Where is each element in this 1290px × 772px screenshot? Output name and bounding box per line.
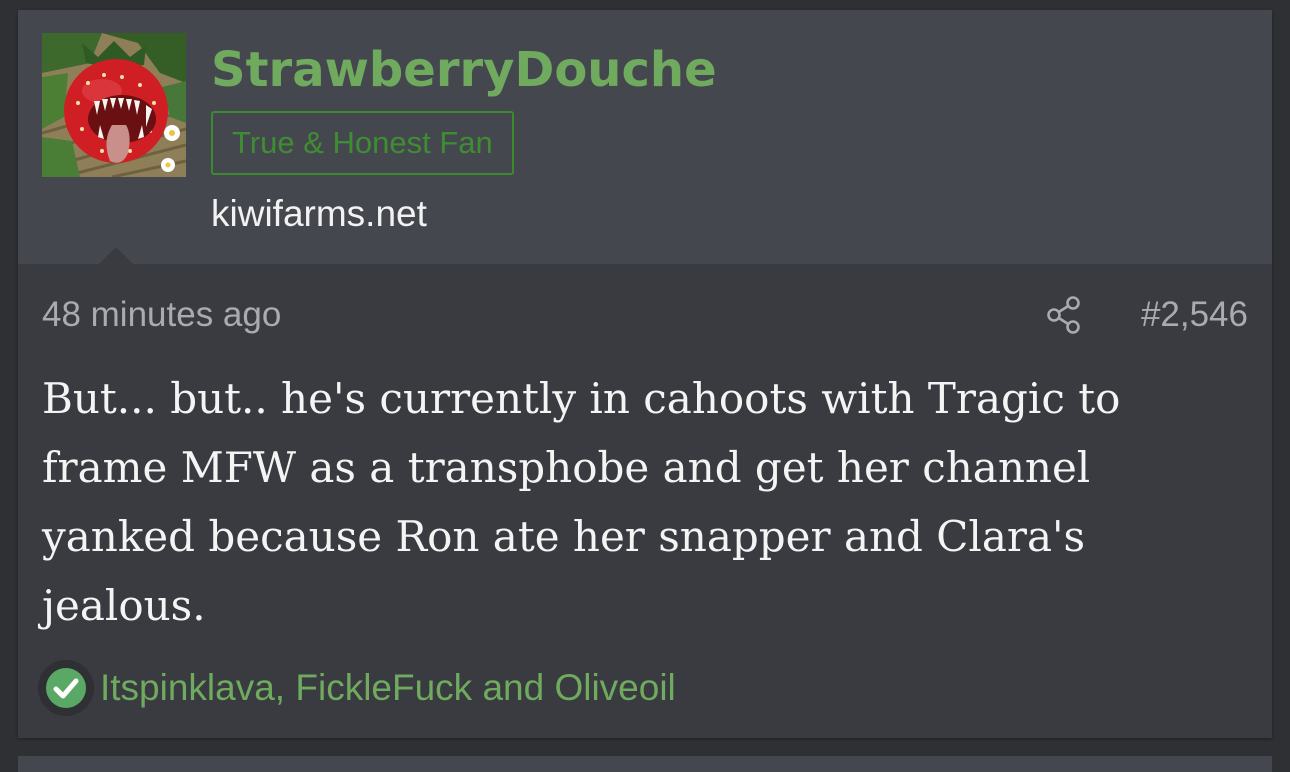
post-body: But... but.. he's currently in cahoots w…: [42, 374, 1121, 630]
next-post-edge: [18, 756, 1272, 772]
share-icon[interactable]: [1046, 295, 1084, 335]
post-user-header: StrawberryDouche True & Honest Fan kiwif…: [18, 10, 1272, 264]
strawberry-fangs-avatar: [42, 33, 186, 177]
page: StrawberryDouche True & Honest Fan kiwif…: [0, 0, 1290, 772]
check-circle-graphic: [46, 668, 86, 708]
post-number[interactable]: #2,546: [1141, 293, 1248, 337]
check-circle-icon[interactable]: [38, 660, 94, 716]
forum-post: StrawberryDouche True & Honest Fan kiwif…: [18, 10, 1272, 738]
reaction-users[interactable]: Itspinklava, FickleFuck and Oliveoil: [100, 665, 676, 711]
user-title-badge: True & Honest Fan: [211, 111, 514, 175]
user-site: kiwifarms.net: [211, 193, 427, 234]
username[interactable]: StrawberryDouche: [211, 40, 717, 100]
post-time[interactable]: 48 minutes ago: [42, 293, 281, 337]
user-avatar[interactable]: [42, 33, 186, 177]
share-icon-graphic: [1047, 296, 1080, 334]
header-arrow: [99, 247, 133, 264]
reactions-bar[interactable]: Itspinklava, FickleFuck and Oliveoil: [38, 660, 676, 716]
